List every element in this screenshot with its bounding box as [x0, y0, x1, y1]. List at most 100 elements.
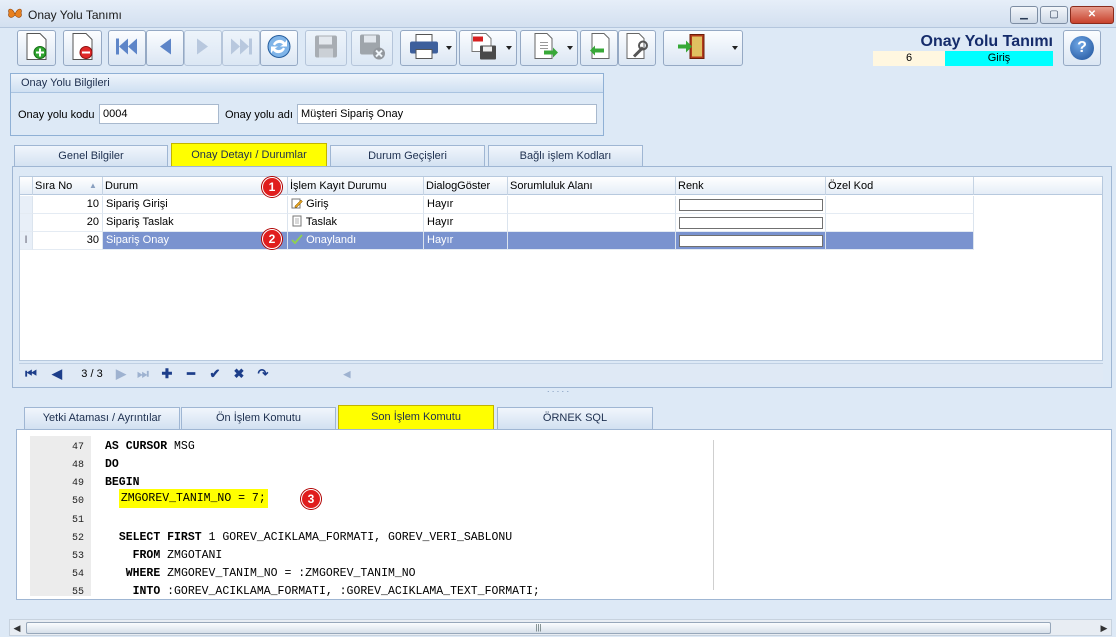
cell-sira-no[interactable]: 30: [33, 232, 103, 250]
help-button[interactable]: ?: [1063, 30, 1101, 66]
cell-dialog-goster[interactable]: Hayır: [424, 214, 508, 232]
prev-record-button[interactable]: [146, 30, 184, 66]
minimize-button[interactable]: ▁: [1010, 6, 1038, 24]
save-button[interactable]: [305, 30, 347, 66]
color-swatch[interactable]: [679, 199, 823, 211]
nav-next-button[interactable]: ▶: [111, 366, 131, 382]
cell-sira-no[interactable]: 10: [33, 196, 103, 214]
table-row[interactable]: 20 Sipariş Taslak Taslak Hayır: [20, 214, 974, 232]
nav-post-button[interactable]: ✔: [205, 366, 225, 382]
next-record-button[interactable]: [184, 30, 222, 66]
tools-button[interactable]: [618, 30, 656, 66]
pdf-export-button[interactable]: [459, 30, 517, 66]
form-header-title: Onay Yolu Tanımı: [920, 33, 1053, 50]
column-header-sira-no[interactable]: Sıra No ▲: [33, 177, 103, 195]
table-row[interactable]: 10 Sipariş Girişi Giriş Hayır: [20, 196, 974, 214]
code-line-highlighted[interactable]: ZMGOREV_TANIM_NO = 7;: [105, 489, 268, 508]
maximize-button[interactable]: ▢: [1040, 6, 1068, 24]
code-line[interactable]: SELECT FIRST 1 GOREV_ACIKLAMA_FORMATI, G…: [105, 531, 512, 544]
panel-splitter[interactable]: · · · · ·: [0, 388, 1116, 396]
code-line[interactable]: INTO :GOREV_ACIKLAMA_FORMATI, :GOREV_ACI…: [105, 585, 540, 598]
import-button[interactable]: [580, 30, 618, 66]
row-indicator[interactable]: [20, 196, 33, 214]
column-header-ozel-kod[interactable]: Özel Kod: [826, 177, 974, 195]
code-line[interactable]: BEGIN: [105, 476, 140, 489]
tab-on-islem-komutu[interactable]: Ön İşlem Komutu: [181, 407, 336, 429]
nav-cancel-button[interactable]: ✖: [229, 366, 249, 382]
tab-yetki-atamasi[interactable]: Yetki Ataması / Ayrıntılar: [24, 407, 180, 429]
line-number: 54: [71, 569, 84, 580]
cell-ozel-kod[interactable]: [826, 232, 974, 250]
column-header-renk[interactable]: Renk: [676, 177, 826, 195]
nav-last-button[interactable]: ⏭: [133, 366, 153, 382]
first-record-button[interactable]: [108, 30, 146, 66]
column-header-dialog-goster[interactable]: DialogGöster: [424, 177, 508, 195]
cell-islem-kayit-durumu[interactable]: Giriş: [288, 196, 424, 214]
nav-refresh-button[interactable]: ↷: [253, 366, 273, 382]
color-swatch[interactable]: [679, 235, 823, 247]
code-text: 1 GOREV_ACIKLAMA_FORMATI, GOREV_VERI_SAB…: [201, 531, 513, 544]
code-input[interactable]: 0004: [99, 104, 219, 124]
cell-durum[interactable]: Sipariş Onay: [103, 232, 288, 250]
cell-islem-kayit-durumu[interactable]: Onaylandı: [288, 232, 424, 250]
delete-record-button[interactable]: [63, 30, 102, 66]
column-header-durum[interactable]: Durum: [103, 177, 288, 195]
column-header-sorumluluk-alani[interactable]: Sorumluluk Alanı: [508, 177, 676, 195]
color-swatch[interactable]: [679, 217, 823, 229]
cell-sorumluluk-alani[interactable]: [508, 196, 676, 214]
cell-ozel-kod[interactable]: [826, 196, 974, 214]
nav-first-button[interactable]: ⏮: [21, 366, 41, 382]
name-input[interactable]: Müşteri Sipariş Onay: [297, 104, 597, 124]
cell-sorumluluk-alani[interactable]: [508, 214, 676, 232]
cell-durum[interactable]: Sipariş Girişi: [103, 196, 288, 214]
new-record-button[interactable]: [17, 30, 56, 66]
line-number: 50: [71, 496, 84, 507]
tab-ornek-sql[interactable]: ÖRNEK SQL: [497, 407, 653, 429]
row-indicator[interactable]: [20, 214, 33, 232]
cell-durum[interactable]: Sipariş Taslak: [103, 214, 288, 232]
close-button[interactable]: ✕: [1070, 6, 1114, 24]
cell-sira-no[interactable]: 20: [33, 214, 103, 232]
scroll-left-button[interactable]: ◀: [337, 366, 357, 382]
tab-genel-bilgiler[interactable]: Genel Bilgiler: [14, 145, 168, 167]
cell-dialog-goster[interactable]: Hayır: [424, 232, 508, 250]
cell-renk[interactable]: [676, 232, 826, 250]
scroll-right-icon[interactable]: ▶: [1099, 622, 1109, 634]
exit-button[interactable]: [663, 30, 743, 66]
code-line[interactable]: FROM ZMGOTANI: [105, 549, 223, 562]
cell-islem-kayit-durumu[interactable]: Taslak: [288, 214, 424, 232]
row-edit-indicator-icon[interactable]: I: [20, 232, 33, 250]
refresh-button[interactable]: [260, 30, 298, 66]
tab-onay-detayi[interactable]: Onay Detayı / Durumlar: [171, 143, 327, 167]
column-header-islem-kayit-durumu[interactable]: İşlem Kayıt Durumu: [288, 177, 424, 195]
export-button[interactable]: [520, 30, 578, 66]
cell-renk[interactable]: [676, 214, 826, 232]
print-button[interactable]: [400, 30, 457, 66]
last-record-button[interactable]: [222, 30, 260, 66]
cell-ozel-kod[interactable]: [826, 214, 974, 232]
scrollbar-thumb[interactable]: |||: [26, 622, 1051, 634]
tab-durum-gecisleri[interactable]: Durum Geçişleri: [330, 145, 485, 167]
code-line[interactable]: AS CURSOR MSG: [105, 440, 195, 453]
code-line[interactable]: WHERE ZMGOREV_TANIM_NO = :ZMGOREV_TANIM_…: [105, 567, 416, 580]
table-row-selected[interactable]: I 30 Sipariş Onay Onaylandı Hayır: [20, 232, 974, 250]
nav-delete-button[interactable]: ━: [181, 366, 201, 382]
code-line[interactable]: DO: [105, 458, 119, 471]
status-badge: Giriş: [945, 51, 1053, 66]
cell-sorumluluk-alani[interactable]: [508, 232, 676, 250]
code-text: ZMGOTANI: [160, 549, 223, 562]
tab-son-islem-komutu[interactable]: Son İşlem Komutu: [338, 405, 494, 429]
info-group-title: Onay Yolu Bilgileri: [11, 74, 603, 93]
nav-prev-button[interactable]: ◀: [47, 366, 67, 382]
horizontal-scrollbar[interactable]: ◀ ||| ▶: [9, 619, 1112, 636]
last-record-icon: [228, 37, 254, 60]
code-keyword: AS CURSOR: [105, 440, 168, 453]
grid-navigator: ⏮ ◀ 3 / 3 ▶ ⏭ ✚ ━ ✔ ✖ ↷ ◀: [19, 363, 1103, 383]
scroll-left-icon[interactable]: ◀: [12, 622, 22, 634]
cancel-save-button[interactable]: [351, 30, 393, 66]
cell-renk[interactable]: [676, 196, 826, 214]
tab-bagli-islem-kodlari[interactable]: Bağlı işlem Kodları: [488, 145, 643, 167]
nav-insert-button[interactable]: ✚: [157, 366, 177, 382]
sql-editor[interactable]: 47 AS CURSOR MSG 48 DO 49 BEGIN 50 ZMGOR…: [16, 429, 1112, 600]
cell-dialog-goster[interactable]: Hayır: [424, 196, 508, 214]
